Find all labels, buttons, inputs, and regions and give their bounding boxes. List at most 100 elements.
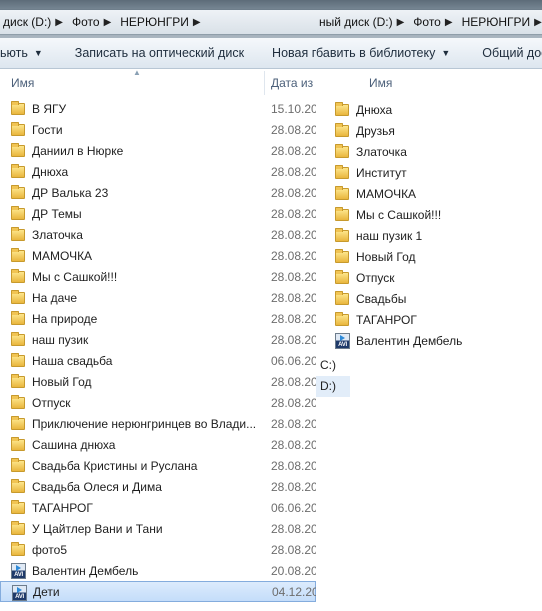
folder-row[interactable]: МАМОЧКА 28.08.20 — [0, 245, 316, 266]
chevron-right-icon[interactable]: ▶ — [395, 17, 411, 28]
drive-d[interactable]: D:) — [316, 376, 350, 397]
folder-icon — [335, 312, 350, 326]
folder-row[interactable]: наш пузик 28.08.20 — [0, 329, 316, 350]
folder-row[interactable]: фото5 28.08.20 — [0, 539, 316, 560]
folder-icon — [11, 164, 26, 178]
folder-row[interactable]: Сашина днюха 28.08.20 — [0, 434, 316, 455]
file-row[interactable]: AVI Дети 04.12.20 — [0, 581, 316, 602]
item-date: 28.08.20 — [271, 416, 316, 431]
folder-icon — [11, 206, 26, 220]
folder-row[interactable]: Свадьба Кристины и Руслана 28.08.20 — [0, 455, 316, 476]
item-date: 20.08.20 — [271, 563, 316, 578]
folder-row[interactable]: Даниил в Нюрке 28.08.20 — [0, 140, 316, 161]
folder-row[interactable]: ДР Валька 23 28.08.20 — [0, 182, 316, 203]
column-headers: Имя — [316, 69, 542, 97]
item-name: Свадьбы — [356, 291, 407, 306]
crumb-folder-neryungri[interactable]: НЕРЮНГРИ — [459, 15, 533, 29]
chevron-right-icon[interactable]: ▶ — [102, 17, 118, 28]
folder-row[interactable]: Наша свадьба 06.06.20 — [0, 350, 316, 371]
item-name: Друзья — [356, 123, 395, 138]
item-name: ДР Валька 23 — [32, 185, 109, 200]
folder-row[interactable]: Гости 28.08.20 — [0, 119, 316, 140]
folder-row[interactable]: Днюха 28.08.20 — [0, 161, 316, 182]
crumb-folder-foto[interactable]: Фото — [410, 15, 443, 29]
add-to-library-button[interactable]: бавить в библиотеку ▼ — [316, 38, 457, 68]
folder-row[interactable]: ДР Темы 28.08.20 — [0, 203, 316, 224]
folder-icon — [11, 479, 26, 493]
dropdown-caret-icon: ▼ — [441, 48, 451, 58]
item-name: Институт — [356, 165, 407, 180]
folder-row[interactable]: В ЯГУ 15.10.20 — [0, 98, 316, 119]
item-name: Свадьба Олеся и Дима — [32, 479, 162, 494]
chevron-right-icon[interactable]: ▶ — [532, 17, 542, 28]
folder-row[interactable]: Мы с Сашкой!!! 28.08.20 — [0, 266, 316, 287]
avi-file-icon: AVI — [11, 563, 26, 579]
folder-row[interactable]: наш пузик 1 — [316, 225, 542, 246]
folder-row[interactable]: Златочка — [316, 141, 542, 162]
breadcrumb[interactable]: диск (D:) ▶ Фото ▶ НЕРЮНГРИ ▶ — [0, 9, 316, 35]
crumb-folder-foto[interactable]: Фото — [69, 15, 102, 29]
folder-icon — [335, 186, 350, 200]
share-with-button[interactable]: Общий дос — [475, 38, 542, 68]
folder-row[interactable]: На природе 28.08.20 — [0, 308, 316, 329]
left-explorer-window: диск (D:) ▶ Фото ▶ НЕРЮНГРИ ▶ ьють ▼ Записа… — [0, 0, 316, 611]
crumb-folder-neryungri[interactable]: НЕРЮНГРИ — [117, 15, 191, 29]
folder-icon — [335, 165, 350, 179]
crumb-drive[interactable]: ный диск (D:) — [316, 15, 395, 29]
folder-row[interactable]: Мы с Сашкой!!! — [316, 204, 542, 225]
folder-icon — [335, 123, 350, 137]
file-row[interactable]: AVI Валентин Дембель — [316, 330, 542, 351]
chevron-right-icon[interactable]: ▶ — [443, 17, 459, 28]
burn-disc-button[interactable]: Записать на оптический диск — [68, 38, 251, 68]
folder-row[interactable]: Институт — [316, 162, 542, 183]
folder-row[interactable]: ТАГАНРОГ 06.06.20 — [0, 497, 316, 518]
chevron-right-icon[interactable]: ▶ — [53, 17, 69, 28]
item-date: 28.08.20 — [271, 458, 316, 473]
item-date: 28.08.20 — [271, 395, 316, 410]
item-name: Свадьба Кристины и Руслана — [32, 458, 198, 473]
file-row[interactable]: AVI Валентин Дембель 20.08.20 — [0, 560, 316, 581]
folder-row[interactable]: Отпуск 28.08.20 — [0, 392, 316, 413]
item-date: 28.08.20 — [271, 164, 316, 179]
item-name: Сашина днюха — [32, 437, 116, 452]
item-date: 06.06.20 — [271, 353, 316, 368]
folder-icon — [11, 416, 26, 430]
folder-row[interactable]: Новый Год 28.08.20 — [0, 371, 316, 392]
address-bar: ный диск (D:) ▶ Фото ▶ НЕРЮНГРИ ▶ — [316, 0, 542, 38]
folder-row[interactable]: Приключение нерюнгринцев во Влади... 28.0… — [0, 413, 316, 434]
drive-c[interactable]: С:) — [316, 355, 350, 376]
item-date: 28.08.20 — [271, 479, 316, 494]
folder-icon — [335, 249, 350, 263]
folder-row[interactable]: На даче 28.08.20 — [0, 287, 316, 308]
folder-row[interactable]: ТАГАНРОГ — [316, 309, 542, 330]
item-name: На даче — [32, 290, 78, 305]
breadcrumb[interactable]: ный диск (D:) ▶ Фото ▶ НЕРЮНГРИ ▶ — [316, 9, 542, 35]
column-date[interactable]: Дата из — [271, 76, 313, 90]
item-name: На природе — [32, 311, 98, 326]
item-date: 28.08.20 — [271, 332, 316, 347]
folder-row[interactable]: Свадьбы — [316, 288, 542, 309]
folder-row[interactable]: Отпуск — [316, 267, 542, 288]
column-name[interactable]: Имя — [11, 76, 34, 90]
folder-row[interactable]: Свадьба Олеся и Дима 28.08.20 — [0, 476, 316, 497]
folder-row[interactable]: Друзья — [316, 120, 542, 141]
folder-row[interactable]: МАМОЧКА — [316, 183, 542, 204]
new-folder-label: Новая папка — [272, 46, 316, 60]
item-date: 28.08.20 — [271, 437, 316, 452]
column-divider[interactable] — [264, 71, 265, 95]
column-name[interactable]: Имя — [369, 76, 392, 90]
background-gap — [316, 400, 542, 611]
folder-row[interactable]: Днюха — [316, 99, 542, 120]
item-name: Дети — [33, 584, 60, 599]
new-folder-button[interactable]: Новая папка — [265, 38, 316, 68]
dropdown-caret-icon: ▼ — [33, 48, 43, 58]
navigation-pane-drives: С:) D:) — [316, 355, 350, 397]
folder-row[interactable]: У Цайтлер Вани и Тани 28.08.20 — [0, 518, 316, 539]
crumb-drive[interactable]: диск (D:) — [0, 15, 53, 29]
folder-row[interactable]: Златочка 28.08.20 — [0, 224, 316, 245]
folder-icon — [11, 290, 26, 304]
sort-up-icon: ▲ — [133, 68, 141, 77]
chevron-right-icon[interactable]: ▶ — [191, 17, 207, 28]
share-menu-button[interactable]: ьють ▼ — [0, 38, 50, 68]
folder-row[interactable]: Новый Год — [316, 246, 542, 267]
